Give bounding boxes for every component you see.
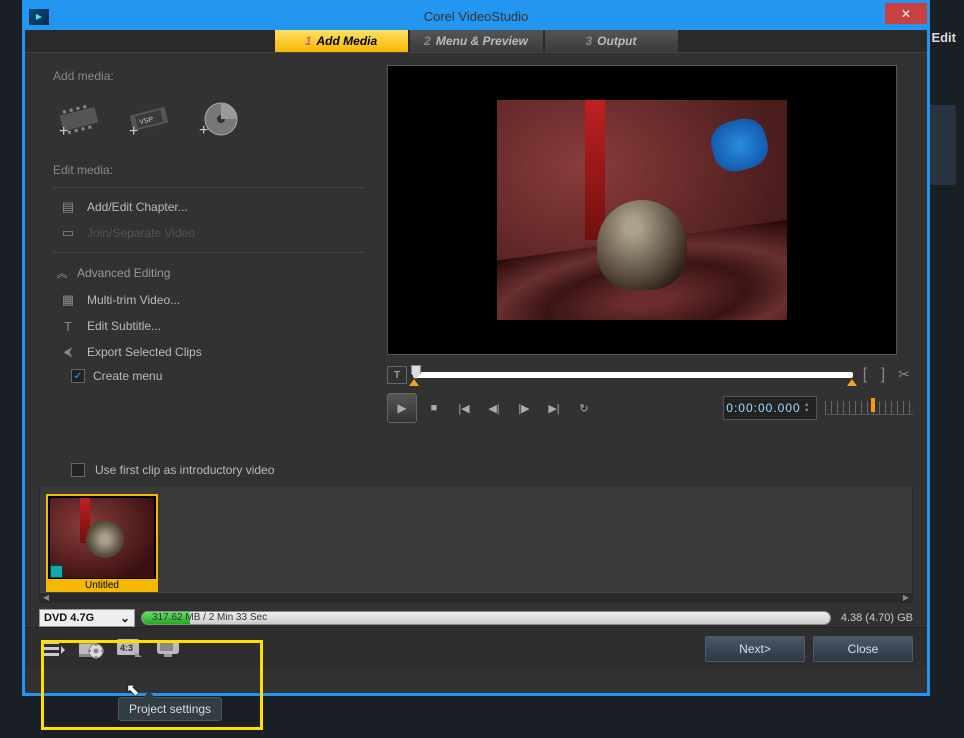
usage-used-label: 317.62 MB / 2 Min 33 Sec bbox=[152, 612, 267, 623]
disc-type-select[interactable]: DVD 4.7G bbox=[39, 609, 135, 627]
clip-strip: Untitled ◀ ▶ bbox=[39, 485, 913, 603]
add-video-icon[interactable]: + bbox=[53, 93, 105, 145]
titlebar: Corel VideoStudio ✕ bbox=[25, 3, 927, 30]
preview-image bbox=[497, 100, 787, 320]
multitrim-video[interactable]: ▦ Multi-trim Video... bbox=[53, 287, 365, 313]
playhead[interactable] bbox=[411, 365, 421, 379]
export-icon: ⮜ bbox=[59, 344, 77, 360]
create-menu-row: Create menu bbox=[53, 365, 365, 387]
dialog-window: Corel VideoStudio ✕ 1 Add Media 2 Menu &… bbox=[22, 0, 930, 696]
step-fwd-button[interactable]: |▶ bbox=[511, 395, 537, 421]
cut-button[interactable]: ✂ bbox=[895, 366, 913, 384]
svg-text:+: + bbox=[129, 123, 138, 140]
usage-total-label: 4.38 (4.70) GB bbox=[841, 612, 913, 624]
scrub-track[interactable] bbox=[413, 372, 853, 378]
clip-thumbnail[interactable]: Untitled bbox=[46, 494, 158, 594]
left-panel: Add media: + VSP+ + Edit media: ▤ bbox=[25, 53, 385, 455]
window-close-button[interactable]: ✕ bbox=[885, 3, 927, 24]
mark-in-handle[interactable] bbox=[409, 379, 419, 386]
add-vsp-icon[interactable]: VSP+ bbox=[123, 93, 175, 145]
scroll-right-icon[interactable]: ▶ bbox=[900, 593, 912, 603]
stop-button[interactable]: ■ bbox=[421, 395, 447, 421]
svg-text:4:3: 4:3 bbox=[120, 643, 133, 653]
edit-subtitle[interactable]: T Edit Subtitle... bbox=[53, 313, 365, 339]
add-media-label: Add media: bbox=[53, 69, 365, 83]
join-icon: ▭ bbox=[59, 225, 77, 241]
preview-panel: T [ ] ✂ ▶ ■ |◀ ◀| |▶ ▶| bbox=[385, 53, 927, 455]
edit-media-label: Edit media: bbox=[53, 163, 365, 177]
tab-add-media[interactable]: 1 Add Media bbox=[275, 30, 408, 52]
mark-out-handle[interactable] bbox=[847, 379, 857, 386]
scroll-left-icon[interactable]: ◀ bbox=[40, 593, 52, 603]
svg-text:+: + bbox=[59, 123, 68, 140]
step-back-button[interactable]: ◀| bbox=[481, 395, 507, 421]
tv-preview-icon[interactable] bbox=[153, 636, 183, 662]
disc-usage-row: DVD 4.7G 317.62 MB / 2 Min 33 Sec 4.38 (… bbox=[39, 609, 913, 627]
clip-caption: Untitled bbox=[48, 579, 156, 592]
tab-menu-preview[interactable]: 2 Menu & Preview bbox=[410, 30, 543, 52]
close-button[interactable]: Close bbox=[813, 636, 913, 662]
multitrim-icon: ▦ bbox=[59, 292, 77, 308]
tab-output[interactable]: 3 Output bbox=[545, 30, 678, 52]
export-selected-clips[interactable]: ⮜ Export Selected Clips bbox=[53, 339, 365, 365]
create-menu-label: Create menu bbox=[93, 369, 162, 383]
aspect-ratio-icon[interactable]: 4:3 bbox=[115, 636, 145, 662]
preview-frame[interactable] bbox=[387, 65, 897, 355]
create-menu-checkbox[interactable] bbox=[71, 369, 85, 383]
add-disc-icon[interactable]: + bbox=[193, 93, 245, 145]
mark-out-button[interactable]: ] bbox=[877, 366, 889, 384]
intro-clip-label: Use first clip as introductory video bbox=[95, 463, 274, 477]
window-title: Corel VideoStudio bbox=[25, 9, 927, 24]
subtitle-icon: T bbox=[59, 318, 77, 334]
prev-button[interactable]: |◀ bbox=[451, 395, 477, 421]
disc-usage-bar: 317.62 MB / 2 Min 33 Sec bbox=[141, 611, 831, 625]
background-panel bbox=[926, 105, 956, 185]
timecode-display[interactable]: 0:00:00.000 ▲▼ bbox=[723, 396, 817, 420]
strip-scrollbar[interactable]: ◀ ▶ bbox=[40, 592, 912, 602]
background-edit-tab: Edit bbox=[931, 30, 956, 45]
show-list-icon[interactable] bbox=[39, 636, 69, 662]
chapter-icon: ▤ bbox=[59, 199, 77, 215]
bottom-bar: 4:3 Next> Close bbox=[25, 627, 927, 669]
next-button[interactable]: ▶| bbox=[541, 395, 567, 421]
chevron-up-icon: ︽ bbox=[53, 265, 69, 281]
step-tabs: 1 Add Media 2 Menu & Preview 3 Output bbox=[25, 30, 927, 53]
jog-wheel[interactable] bbox=[825, 396, 913, 420]
loop-button[interactable]: ↻ bbox=[571, 395, 597, 421]
next-button[interactable]: Next> bbox=[705, 636, 805, 662]
join-separate-video: ▭ Join/Separate Video bbox=[53, 220, 365, 246]
clip-type-badge bbox=[50, 565, 63, 578]
play-button[interactable]: ▶ bbox=[387, 393, 417, 423]
svg-text:+: + bbox=[199, 122, 208, 139]
project-settings-icon[interactable] bbox=[77, 636, 107, 662]
intro-clip-checkbox[interactable] bbox=[71, 463, 85, 477]
intro-clip-row: Use first clip as introductory video bbox=[25, 455, 927, 485]
mark-in-button[interactable]: [ bbox=[859, 366, 871, 384]
add-edit-chapter[interactable]: ▤ Add/Edit Chapter... bbox=[53, 194, 365, 220]
advanced-editing-header[interactable]: ︽ Advanced Editing bbox=[53, 259, 365, 287]
title-safe-toggle[interactable]: T bbox=[387, 366, 407, 384]
tooltip: Project settings bbox=[118, 697, 222, 721]
